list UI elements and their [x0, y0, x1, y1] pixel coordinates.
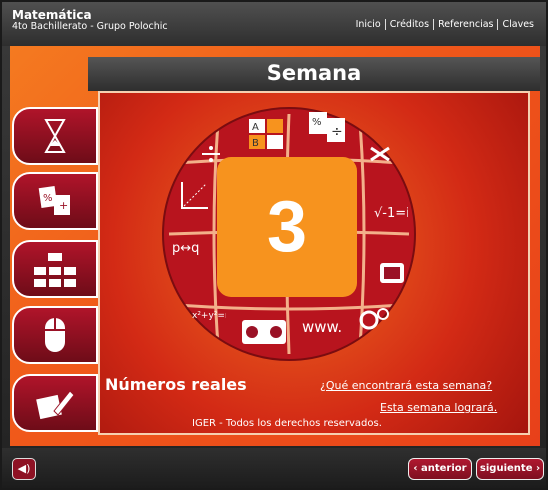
sidebar-item-pencil[interactable]: [12, 374, 98, 432]
operations-cards-icon: % ÷: [309, 112, 345, 142]
abc-blocks-icon: A B: [249, 119, 283, 149]
week-bar: Semana: [88, 57, 540, 91]
gears-icon: [359, 308, 389, 330]
multiply-icon: [370, 146, 390, 162]
nav-claves[interactable]: Claves: [497, 19, 538, 30]
sidebar-item-hourglass[interactable]: [12, 107, 98, 165]
logic-icon: p↔q: [172, 241, 199, 256]
pencil-notebook-icon: [36, 390, 75, 420]
percentage-cards-icon: % +: [38, 185, 70, 215]
week-label: Semana: [266, 61, 362, 85]
next-button[interactable]: siguiente ›: [476, 458, 544, 480]
svg-text:B: B: [252, 138, 259, 149]
top-nav: Inicio Créditos Referencias Claves: [352, 19, 538, 30]
footer: ◀) ‹ anterior siguiente ›: [2, 448, 546, 488]
app-subtitle: 4to Bachillerato - Grupo Polochic: [12, 21, 168, 32]
app-title: Matemática: [12, 8, 92, 22]
week-goals-link[interactable]: Esta semana logrará.: [380, 401, 497, 414]
sidebar-item-orgchart[interactable]: [12, 240, 98, 298]
radio-icon: [242, 320, 286, 344]
week-number-box: 3: [217, 157, 357, 297]
previous-button[interactable]: ‹ anterior: [408, 458, 472, 480]
nav-creditos[interactable]: Créditos: [384, 19, 433, 30]
computer-icon: [380, 263, 404, 283]
www-icon: www.: [302, 318, 342, 336]
svg-text:www.: www.: [302, 318, 342, 336]
org-chart-icon: [34, 253, 76, 287]
svg-text:x²+y²=r: x²+y²=r: [192, 311, 226, 321]
topic-title: Números reales: [105, 375, 247, 394]
svg-text:A: A: [252, 122, 259, 133]
svg-text:√-1=i: √-1=i: [374, 206, 408, 221]
sidebar-item-percentage[interactable]: % +: [12, 172, 98, 230]
sound-button[interactable]: ◀): [12, 458, 36, 480]
copyright-text: IGER - Todos los derechos reservados.: [192, 418, 382, 429]
app-window: Matemática 4to Bachillerato - Grupo Polo…: [0, 0, 548, 490]
week-number: 3: [266, 187, 308, 267]
svg-text:%: %: [43, 193, 53, 204]
header: Matemática 4to Bachillerato - Grupo Polo…: [2, 2, 546, 46]
svg-text:p↔q: p↔q: [172, 241, 199, 256]
equation-icon: x²+y²=r: [192, 311, 226, 321]
svg-text:÷: ÷: [331, 124, 343, 140]
sqrt-icon: √-1=i: [374, 206, 408, 221]
nav-inicio[interactable]: Inicio: [352, 19, 385, 30]
hourglass-icon: [44, 119, 66, 153]
graph-icon: [181, 182, 208, 209]
svg-text:%: %: [312, 117, 322, 128]
speaker-icon: ◀): [17, 462, 31, 475]
fraction-icon: [202, 146, 220, 162]
svg-text:+: +: [59, 199, 68, 212]
sidebar-item-mouse[interactable]: [12, 306, 98, 364]
what-this-week-link[interactable]: ¿Qué encontrará esta semana?: [320, 379, 492, 392]
mouse-icon: [45, 318, 65, 352]
nav-referencias[interactable]: Referencias: [433, 19, 497, 30]
